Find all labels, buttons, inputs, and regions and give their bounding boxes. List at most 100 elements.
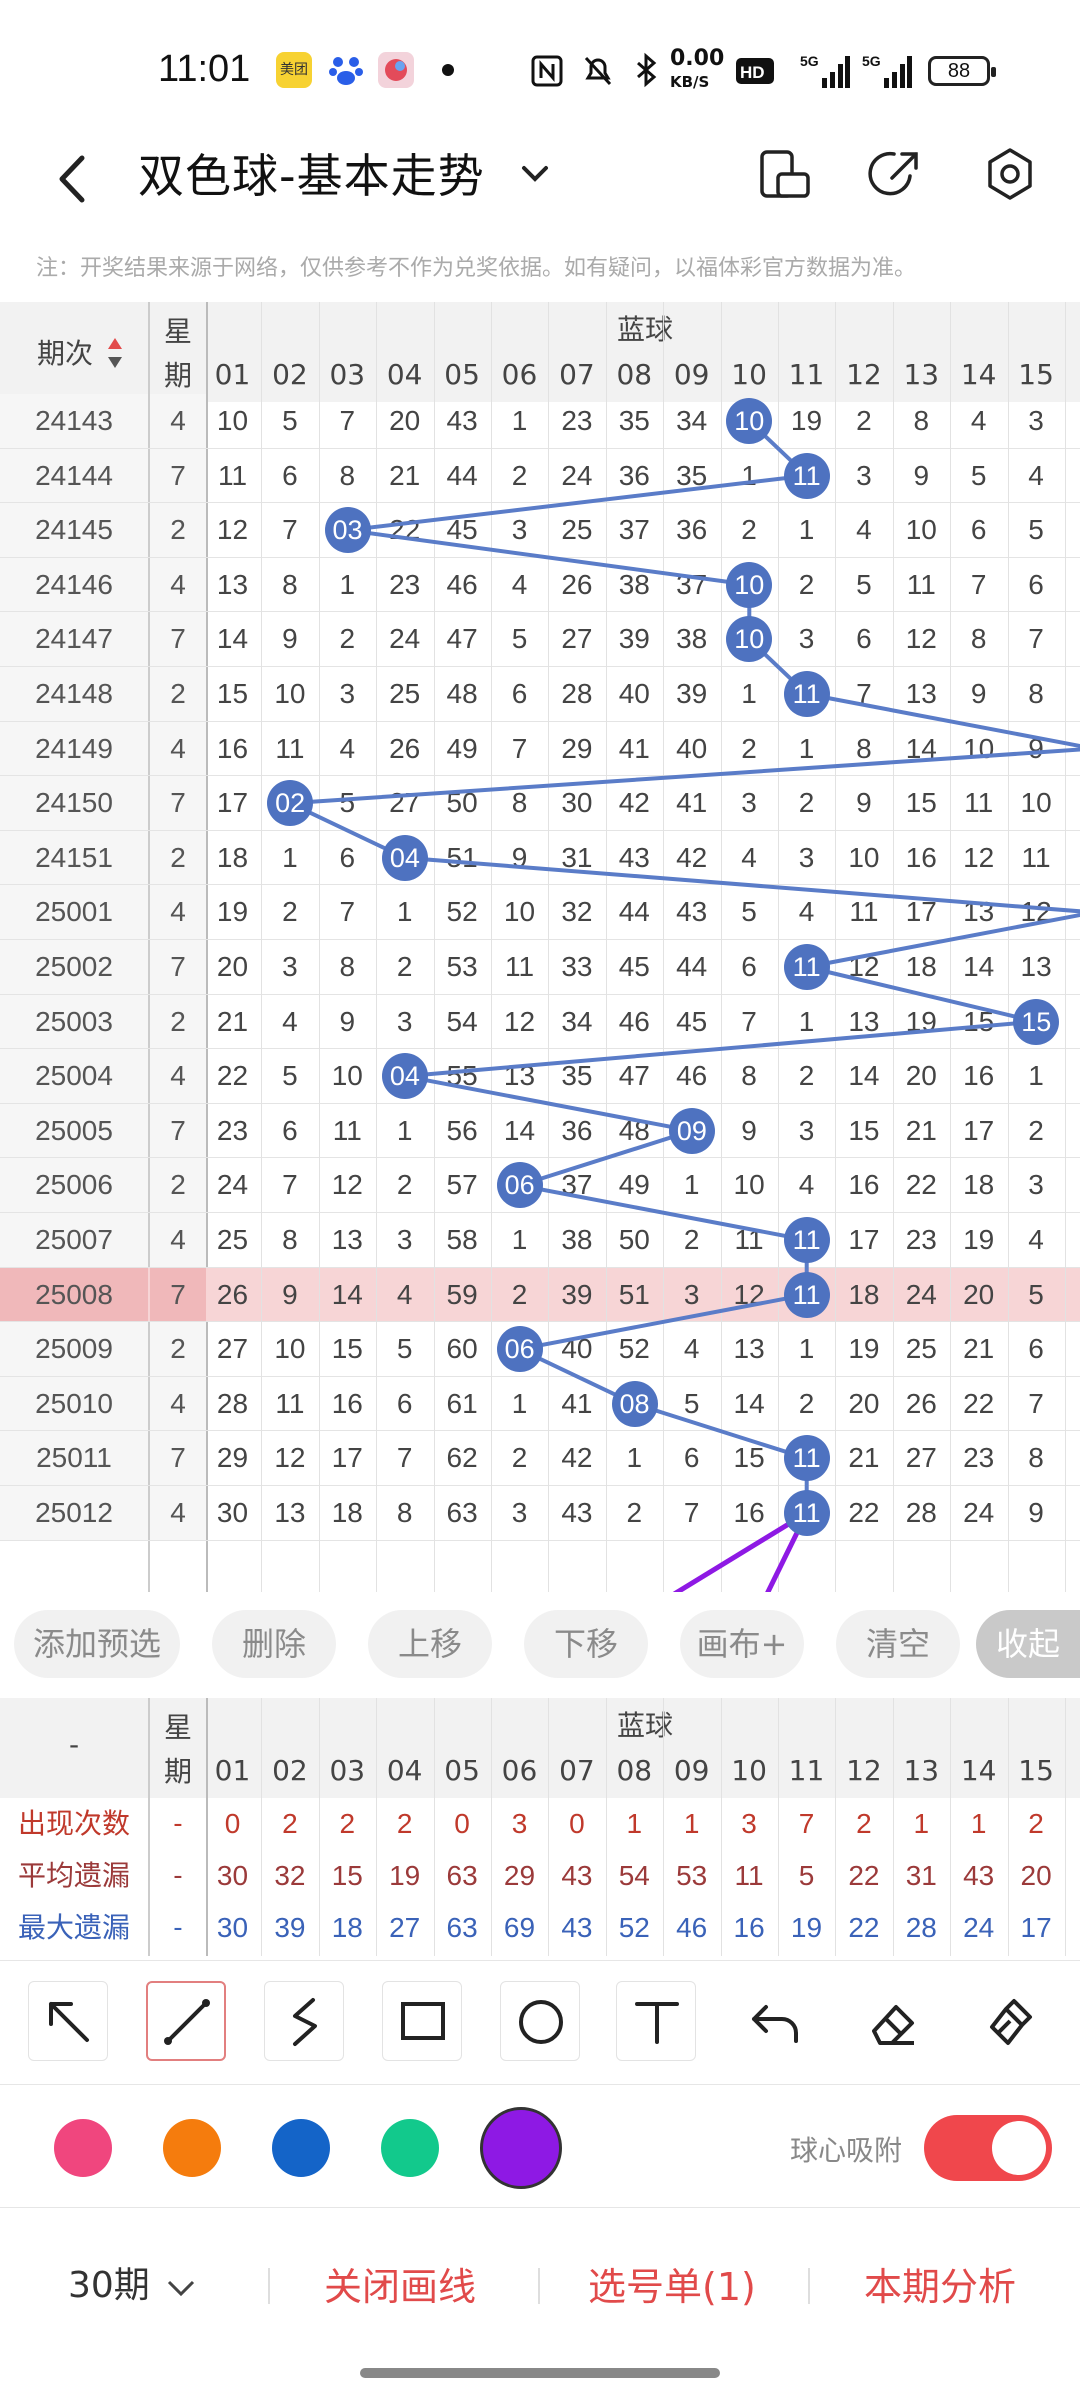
clear-button[interactable]: 清空 (836, 1610, 960, 1678)
stats-column-header: 04 (386, 1754, 423, 1787)
chevron-down-icon[interactable] (510, 148, 560, 198)
circle-tool[interactable] (500, 1981, 580, 2061)
move-up-button[interactable]: 上移 (368, 1610, 492, 1678)
winning-ball: 11 (783, 1435, 830, 1482)
table-row[interactable]: 24144 7 11 6 8 21 44 2 24 36 35 1 11 3 9 5 4 (0, 448, 1080, 504)
omission-cell: 19 (848, 1333, 880, 1365)
collapse-button[interactable]: 收起 (976, 1610, 1080, 1678)
table-row[interactable]: 24147 7 14 9 2 24 47 5 27 39 38 10 3 6 12 8 7 (0, 612, 1080, 667)
line-tool[interactable] (146, 1981, 226, 2061)
omission-cell: 11 (332, 1114, 362, 1146)
grid-line (778, 302, 779, 1592)
stats-value: 46 (676, 1912, 708, 1943)
omission-cell: 18 (963, 1169, 995, 1201)
period-analysis-button[interactable]: 本期分析 (864, 2256, 1016, 2311)
table-row[interactable]: 25003 2 21 4 9 3 54 12 34 46 45 7 1 13 19 15 15 (0, 994, 1080, 1050)
table-row[interactable]: 25006 2 24 7 12 2 57 06 37 49 1 10 4 16 22 18 3 (0, 1158, 1080, 1213)
omission-cell: 35 (676, 459, 708, 491)
table-row[interactable]: 24149 4 16 11 4 26 49 7 29 41 40 2 1 8 14 10 9 (0, 721, 1080, 777)
table-row[interactable]: 25011 7 29 12 17 7 62 2 42 1 6 15 11 21 27 23 8 (0, 1431, 1080, 1486)
delete-button[interactable]: 删除 (212, 1610, 336, 1678)
snap-to-center-toggle[interactable] (924, 2115, 1052, 2181)
omission-cell: 5 (511, 623, 528, 655)
omission-cell: 10 (848, 841, 880, 873)
color-swatch-purple-selected[interactable] (480, 2107, 562, 2189)
omission-cell: 60 (446, 1333, 478, 1365)
omission-cell: 19 (216, 896, 249, 928)
omission-cell: 41 (676, 787, 708, 819)
table-row[interactable]: 24143 4 10 5 7 20 43 1 23 35 34 10 19 2 8 4 3 (0, 394, 1080, 449)
omission-cell: 11 (275, 732, 305, 764)
table-row[interactable]: 25002 7 20 3 8 2 53 11 33 45 44 6 11 12 18 14 13 (0, 940, 1080, 995)
omission-cell: 6 (511, 678, 528, 709)
canvas-plus-button[interactable]: 画布+ (680, 1610, 804, 1678)
omission-cell: 19 (790, 405, 823, 436)
omission-cell: 3 (1028, 405, 1044, 436)
table-row[interactable]: 25005 7 23 6 11 1 56 14 36 48 09 9 3 15 21 17 2 (0, 1103, 1080, 1159)
sort-icon[interactable] (106, 336, 124, 370)
omission-cell: 14 (331, 1278, 363, 1310)
stats-column-header: 02 (272, 1754, 308, 1787)
table-row[interactable]: 24146 4 13 8 1 23 46 4 26 38 37 10 2 5 11 7 6 (0, 557, 1080, 613)
svg-text:5G: 5G (862, 53, 881, 69)
table-row[interactable]: 25001 4 19 2 7 1 52 10 32 44 43 5 4 11 17 13 12 (0, 885, 1080, 940)
table-row[interactable]: 25004 4 22 5 10 04 55 13 35 47 46 8 2 14 20 16 1 (0, 1049, 1080, 1104)
stats-value: 1 (913, 1808, 930, 1839)
omission-cell: 27 (905, 1442, 937, 1474)
curve-tool[interactable] (264, 1981, 344, 2061)
rectangle-tool[interactable] (382, 1981, 462, 2061)
page-title[interactable]: 双色球-基本走势 (138, 140, 485, 206)
omission-cell: 3 (798, 841, 815, 873)
omission-cell: 5 (683, 1387, 700, 1419)
close-lines-button[interactable]: 关闭画线 (324, 2256, 476, 2311)
table-row[interactable]: 25008 7 26 9 14 4 59 2 39 51 3 12 11 18 24 20 5 (0, 1267, 1080, 1323)
period-selector[interactable]: 30期 (68, 2256, 201, 2308)
winning-ball: 10 (726, 616, 773, 663)
table-row[interactable]: 24145 2 12 7 03 22 45 3 25 37 36 2 1 4 10 6 5 (0, 503, 1080, 558)
move-down-button[interactable]: 下移 (524, 1610, 648, 1678)
eraser-tool[interactable] (852, 1981, 932, 2061)
share-icon[interactable] (860, 138, 932, 210)
color-swatch-blue[interactable] (272, 2119, 330, 2177)
stats-value: 2 (282, 1808, 298, 1839)
table-row[interactable]: 25010 4 28 11 16 6 61 1 41 08 5 14 2 20 26 22 7 (0, 1376, 1080, 1432)
omission-cell: 7 (282, 1169, 298, 1201)
text-tool[interactable] (616, 1981, 696, 2061)
back-arrow-icon[interactable] (40, 144, 110, 214)
stats-dash: - (173, 1913, 183, 1943)
color-swatch-pink[interactable] (54, 2119, 112, 2177)
pick-list-button[interactable]: 选号单(1) (588, 2256, 756, 2311)
omission-cell: 8 (339, 459, 356, 491)
stats-value: 24 (963, 1912, 995, 1943)
color-swatch-orange[interactable] (163, 2119, 221, 2177)
table-row[interactable]: 24150 7 17 02 5 27 50 8 30 42 41 3 2 9 15 11 10 (0, 776, 1080, 831)
settings-icon[interactable] (974, 138, 1046, 210)
winning-ball: 04 (381, 1053, 428, 1100)
table-row[interactable]: 25007 4 25 8 13 3 58 1 38 50 2 11 11 17 23 19 4 (0, 1213, 1080, 1268)
omission-cell: 63 (446, 1497, 478, 1528)
home-indicator[interactable] (360, 2368, 720, 2378)
orientation-toggle-icon[interactable] (748, 138, 820, 210)
omission-cell: 25 (216, 1224, 249, 1255)
add-preselect-button[interactable]: 添加预选 (14, 1610, 180, 1678)
omission-cell: 37 (676, 568, 708, 600)
weekday-cell: 2 (150, 1158, 206, 1212)
weekday-cell: 4 (150, 1486, 206, 1540)
table-row[interactable]: 25012 4 30 13 18 8 63 3 43 2 7 16 11 22 28 24 9 (0, 1486, 1080, 1541)
stats-value: 1 (970, 1808, 987, 1839)
omission-cell: 2 (626, 1497, 643, 1528)
omission-cell: 30 (561, 787, 593, 819)
winning-ball: 06 (496, 1162, 543, 1209)
weekday-cell: 4 (150, 721, 206, 776)
omission-cell: 17 (848, 1224, 880, 1255)
table-row[interactable]: 24151 2 18 1 6 04 51 9 31 43 42 4 3 10 16 12 11 (0, 830, 1080, 886)
stats-value: 28 (905, 1912, 937, 1943)
table-row[interactable]: 25009 2 27 10 15 5 60 06 40 52 4 13 1 19 25 21 6 (0, 1322, 1080, 1377)
clear-all-tool[interactable] (970, 1981, 1050, 2061)
mute-icon (584, 56, 612, 86)
omission-cell: 2 (741, 732, 757, 764)
select-arrow-tool[interactable] (28, 1981, 108, 2061)
table-row[interactable]: 24148 2 15 10 3 25 48 6 28 40 39 1 11 7 13 9 8 (0, 667, 1080, 722)
undo-tool[interactable] (736, 1981, 816, 2061)
color-swatch-green[interactable] (381, 2119, 439, 2177)
